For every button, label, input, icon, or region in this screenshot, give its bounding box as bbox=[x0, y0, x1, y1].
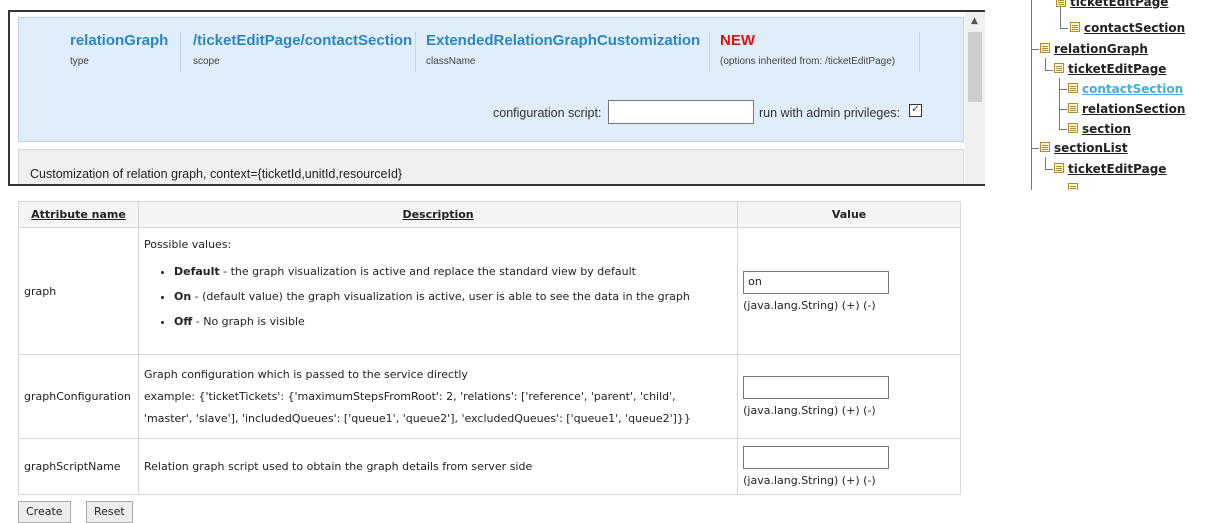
admin-privileges-label: run with admin privileges: bbox=[759, 106, 901, 120]
tree-node-icon bbox=[1054, 63, 1064, 73]
tree-item-ticketeditpage[interactable]: ticketEditPage bbox=[1068, 162, 1166, 176]
tree-node-icon bbox=[1068, 183, 1078, 190]
status-new-badge: NEW bbox=[720, 32, 755, 49]
table-row: graph Possible values: Default - the gra… bbox=[18, 227, 961, 355]
scrollbar-thumb[interactable] bbox=[968, 32, 982, 102]
type-label: type bbox=[70, 56, 89, 67]
attribute-description: Possible values: Default - the graph vis… bbox=[137, 227, 739, 355]
option-name: Default bbox=[173, 265, 220, 278]
value-type-meta[interactable]: (java.lang.String) (+) (-) bbox=[743, 299, 955, 312]
tree-node-icon bbox=[1056, 0, 1066, 7]
column-divider bbox=[180, 32, 181, 72]
tree-item-ticketeditpage[interactable]: ticketEditPage bbox=[1068, 62, 1166, 76]
status-column: NEW (options inherited from: /ticketEdit… bbox=[720, 32, 895, 80]
classname-label: className bbox=[426, 56, 476, 67]
configuration-script-input[interactable] bbox=[608, 100, 754, 124]
tree-node-icon bbox=[1040, 43, 1050, 53]
attribute-value-cell: (java.lang.String) (+) (-) bbox=[737, 354, 961, 439]
column-divider bbox=[415, 32, 416, 72]
graph-configuration-value-input[interactable] bbox=[743, 376, 890, 399]
type-value: relationGraph bbox=[70, 32, 169, 49]
options-list: Default - the graph visualization is act… bbox=[144, 265, 732, 329]
customization-tree: ticketEditPage contactSection relationGr… bbox=[1025, 0, 1205, 190]
attribute-name: graphScriptName bbox=[18, 438, 139, 495]
option-text: - the graph visualization is active and … bbox=[219, 265, 636, 278]
attribute-name: graphConfiguration bbox=[18, 354, 139, 439]
value-header: Value bbox=[737, 201, 961, 228]
tree-item-section[interactable]: section bbox=[1082, 122, 1131, 136]
tree-node-icon bbox=[1068, 83, 1078, 93]
tree-node-icon bbox=[1070, 22, 1080, 32]
attribute-name-header[interactable]: Attribute name bbox=[18, 201, 139, 228]
list-item: Default - the graph visualization is act… bbox=[174, 265, 732, 279]
table-header-row: Attribute name Description Value bbox=[18, 201, 961, 228]
list-item: On - (default value) the graph visualiza… bbox=[174, 290, 732, 304]
table-row: graphConfiguration Graph configuration w… bbox=[18, 354, 961, 439]
description-line: Relation graph script used to obtain the… bbox=[143, 460, 533, 473]
attribute-name: graph bbox=[18, 227, 139, 355]
create-button[interactable]: Create bbox=[18, 501, 71, 523]
tree-node-icon bbox=[1068, 103, 1078, 113]
description-line: 'master', 'slave'], 'includedQueues': ['… bbox=[143, 411, 691, 425]
classname-value: ExtendedRelationGraphCustomization bbox=[426, 32, 701, 49]
type-column: relationGraph type bbox=[70, 32, 168, 80]
attribute-value-cell: (java.lang.String) (+) (-) bbox=[737, 438, 961, 495]
value-type-meta[interactable]: (java.lang.String) (+) (-) bbox=[743, 474, 955, 487]
classname-column: ExtendedRelationGraphCustomization class… bbox=[426, 32, 700, 80]
tree-item-contactsection-selected[interactable]: contactSection bbox=[1082, 82, 1183, 96]
inherited-note: (options inherited from: /ticketEditPage… bbox=[720, 56, 896, 67]
attribute-description: Graph configuration which is passed to t… bbox=[137, 354, 739, 439]
description-intro: Possible values: bbox=[143, 238, 232, 251]
column-divider bbox=[919, 32, 920, 72]
attributes-table: Attribute name Description Value graph P… bbox=[18, 201, 961, 495]
description-line: example: {'ticketTickets': {'maximumStep… bbox=[143, 389, 676, 403]
admin-privileges-checkbox[interactable]: ✓ bbox=[909, 104, 922, 117]
attribute-description: Relation graph script used to obtain the… bbox=[137, 438, 739, 495]
customization-description: Customization of relation graph, context… bbox=[30, 167, 403, 181]
tree-item-relationsection[interactable]: relationSection bbox=[1082, 102, 1185, 116]
tree-node-icon bbox=[1054, 163, 1064, 173]
tree-item-contactsection[interactable]: contactSection bbox=[1084, 21, 1185, 35]
scope-label: scope bbox=[193, 56, 220, 67]
customization-frame: relationGraph type /ticketEditPage/conta… bbox=[8, 10, 985, 186]
tree-node-icon bbox=[1040, 142, 1050, 152]
option-text: - No graph is visible bbox=[192, 315, 305, 328]
graph-script-name-value-input[interactable] bbox=[743, 446, 890, 469]
column-divider bbox=[709, 32, 710, 72]
scope-value: /ticketEditPage/contactSection bbox=[193, 32, 413, 49]
description-header[interactable]: Description bbox=[137, 201, 739, 228]
option-name: On bbox=[173, 290, 192, 303]
value-type-meta[interactable]: (java.lang.String) (+) (-) bbox=[743, 404, 955, 417]
list-item: Off - No graph is visible bbox=[174, 315, 732, 329]
reset-button[interactable]: Reset bbox=[86, 501, 133, 523]
customization-description-box: Customization of relation graph, context… bbox=[18, 149, 964, 184]
configuration-script-label: configuration script: bbox=[493, 106, 602, 120]
attribute-value-cell: on (java.lang.String) (+) (-) bbox=[737, 227, 961, 355]
scroll-up-arrow-icon[interactable]: ▲ bbox=[971, 16, 978, 26]
tree-node-icon bbox=[1068, 123, 1078, 133]
vertical-scrollbar[interactable]: ▲ bbox=[965, 12, 985, 184]
tree-item-relationgraph[interactable]: relationGraph bbox=[1054, 42, 1148, 56]
graph-value-input[interactable]: on bbox=[743, 270, 890, 294]
table-row: graphScriptName Relation graph script us… bbox=[18, 438, 961, 495]
tree-item-ticketeditpage[interactable]: ticketEditPage bbox=[1070, 0, 1168, 9]
description-line: Graph configuration which is passed to t… bbox=[143, 367, 468, 381]
scope-column: /ticketEditPage/contactSection scope bbox=[193, 32, 412, 80]
option-name: Off bbox=[173, 315, 193, 328]
customization-info-box: relationGraph type /ticketEditPage/conta… bbox=[18, 17, 964, 142]
tree-item-sectionlist[interactable]: sectionList bbox=[1054, 141, 1128, 155]
option-text: - (default value) the graph visualizatio… bbox=[191, 290, 690, 303]
